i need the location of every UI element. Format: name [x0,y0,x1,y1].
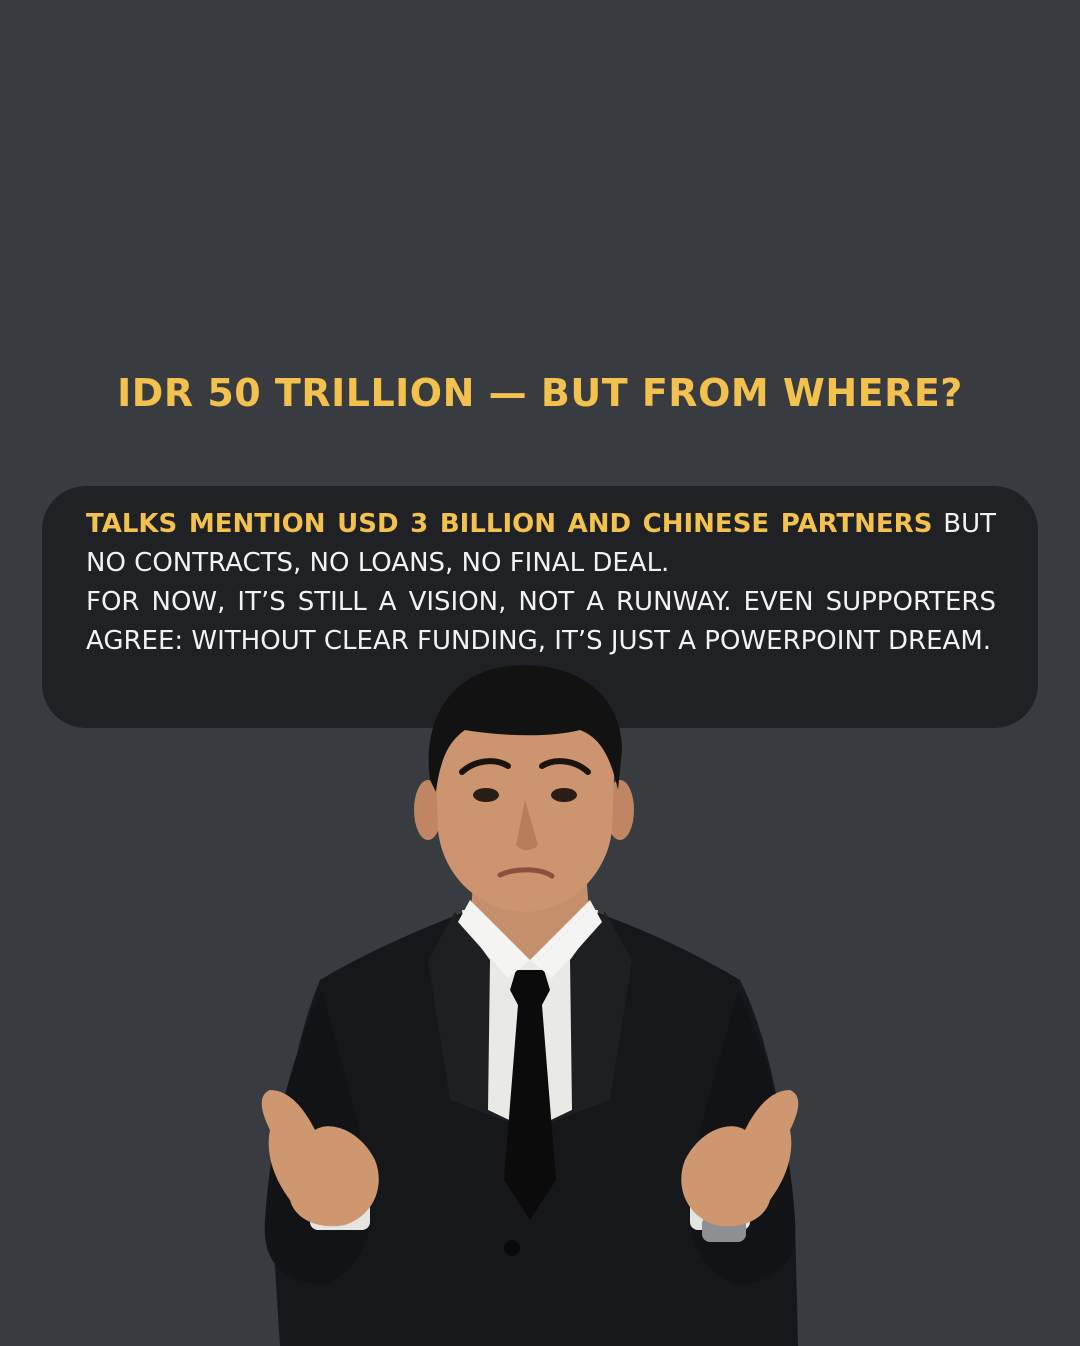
bubble-text: TALKS MENTION USD 3 BILLION AND CHINESE … [86,505,996,661]
bubble-highlight: TALKS MENTION USD 3 BILLION AND CHINESE … [86,509,933,539]
bubble-line-2: FOR NOW, IT’S STILL A VISION, NOT A RUNW… [86,587,996,656]
businessman-image [261,665,799,1346]
right-eye [551,788,577,802]
left-eye [473,788,499,802]
headline: IDR 50 TRILLION — BUT FROM WHERE? [117,371,963,415]
jacket-button [504,1240,520,1256]
